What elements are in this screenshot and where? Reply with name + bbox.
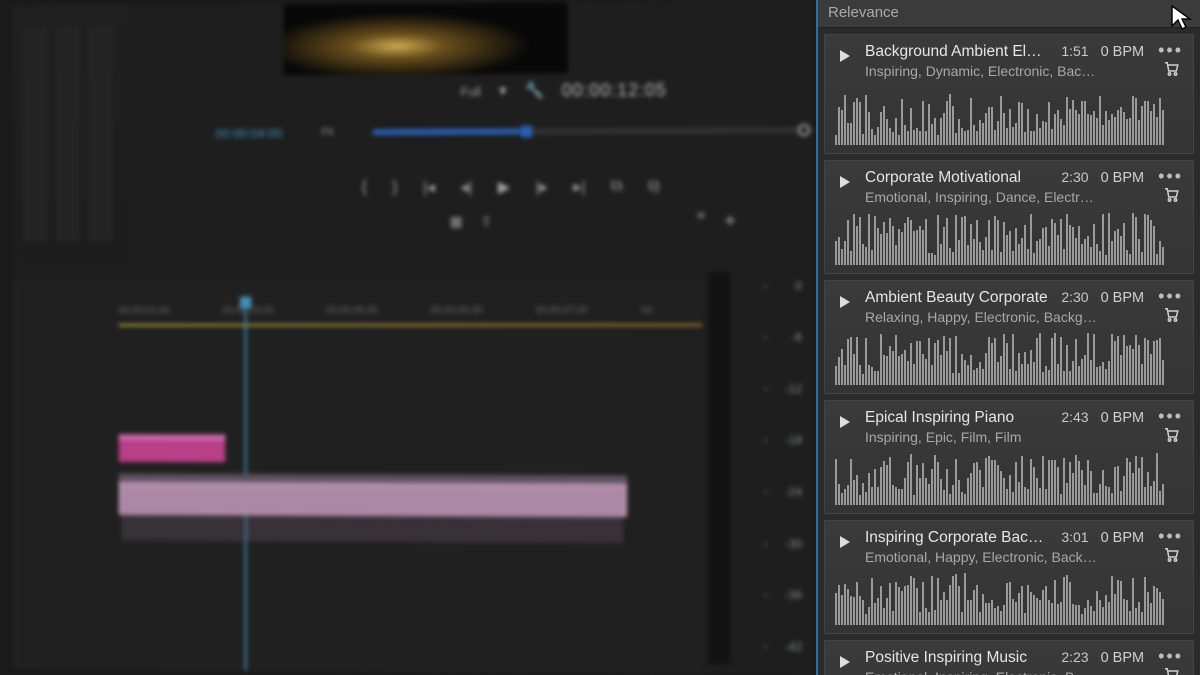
meter-tick: -6 bbox=[768, 330, 802, 344]
track-bpm: 0 BPM bbox=[1101, 410, 1145, 426]
track-title: Epical Inspiring Piano bbox=[865, 409, 1049, 427]
go-to-in-button[interactable]: |◂ bbox=[423, 177, 435, 197]
waveform[interactable] bbox=[835, 453, 1183, 505]
track-bpm: 0 BPM bbox=[1101, 290, 1145, 306]
track-bpm: 0 BPM bbox=[1101, 170, 1145, 186]
track-duration: 2:43 bbox=[1061, 409, 1088, 425]
waveform[interactable] bbox=[835, 573, 1183, 625]
zoom-slider[interactable] bbox=[372, 127, 812, 135]
meter-tick: -36 bbox=[768, 588, 802, 602]
track-list: Background Ambient Elect…1:510 BPMInspir… bbox=[818, 28, 1200, 675]
track-tags: Inspiring, Dynamic, Electronic, Bac… bbox=[865, 63, 1144, 79]
audio-meter: 0 -6 -12 -18 -24 -30 -36 -42 bbox=[702, 262, 812, 675]
timeline[interactable]: 00:00:01:00 00:00:03:00 00:00:05:00 00:0… bbox=[13, 280, 703, 674]
track-tags: Inspiring, Epic, Film, Film bbox=[865, 429, 1144, 445]
insert-button[interactable]: ⧉ bbox=[611, 178, 622, 196]
meter-tick: -42 bbox=[768, 640, 802, 654]
meter-tick: -18 bbox=[768, 433, 802, 447]
program-monitor-frame bbox=[284, 2, 568, 75]
track-title: Background Ambient Elect… bbox=[865, 43, 1049, 61]
meter-scale: 0 -6 -12 -18 -24 -30 -36 -42 bbox=[736, 262, 812, 675]
sort-dropdown[interactable]: Relevance bbox=[818, 0, 1200, 28]
video-clip[interactable] bbox=[119, 434, 226, 462]
track-title: Positive Inspiring Music bbox=[865, 649, 1049, 667]
meter-tick: -24 bbox=[768, 485, 802, 499]
timeline-ruler[interactable]: 00:00:01:00 00:00:03:00 00:00:05:00 00:0… bbox=[119, 298, 703, 322]
track-bpm: 0 BPM bbox=[1101, 650, 1145, 666]
editor-area: Full ▾ 🔧 00:00:12:05 00:00:04:00 Fit { }… bbox=[13, 0, 812, 675]
program-timecode: 00:00:12:05 bbox=[562, 79, 667, 101]
audio-clip[interactable] bbox=[119, 474, 627, 517]
waveform[interactable] bbox=[835, 213, 1183, 265]
track-card[interactable]: Inspiring Corporate Backg… 3:01 0 BPM Emoti… bbox=[824, 520, 1194, 634]
play-icon[interactable] bbox=[835, 412, 855, 432]
track-card[interactable]: Epical Inspiring Piano 2:43 0 BPM Inspiring… bbox=[824, 400, 1194, 514]
meter-tick: -30 bbox=[768, 536, 802, 550]
more-icon[interactable]: ••• bbox=[1158, 651, 1183, 661]
step-back-button[interactable]: ◂| bbox=[460, 177, 472, 197]
work-area-bar[interactable] bbox=[119, 324, 703, 326]
track-duration: 2:30 bbox=[1061, 289, 1088, 305]
track-title: Inspiring Corporate Backg… bbox=[865, 529, 1049, 547]
more-icon[interactable]: ••• bbox=[1158, 411, 1183, 421]
track-tags: Emotional, Inspiring, Electronic, B… bbox=[865, 669, 1144, 675]
track-duration: 1:51 bbox=[1061, 43, 1088, 59]
source-timecode: 00:00:04:00 bbox=[216, 125, 283, 140]
waveform[interactable] bbox=[835, 333, 1183, 385]
track-title: Ambient Beauty Corporate bbox=[865, 289, 1049, 307]
track-duration: 3:01 bbox=[1061, 529, 1088, 545]
more-icon[interactable]: ••• bbox=[1158, 531, 1183, 541]
more-icon[interactable]: ••• bbox=[1158, 291, 1183, 301]
track-bpm: 0 BPM bbox=[1101, 44, 1145, 60]
track-duration: 2:30 bbox=[1061, 169, 1088, 185]
track-tags: Emotional, Happy, Electronic, Back… bbox=[865, 549, 1144, 565]
chevron-down-icon[interactable]: ▾ bbox=[499, 81, 507, 101]
track-tags: Relaxing, Happy, Electronic, Backg… bbox=[865, 309, 1144, 325]
add-button[interactable]: + bbox=[724, 210, 736, 233]
more-icon[interactable]: ••• bbox=[1158, 45, 1183, 55]
meter-tick: -12 bbox=[768, 382, 802, 396]
track-bpm: 0 BPM bbox=[1101, 530, 1145, 546]
go-to-out-button[interactable]: ▸| bbox=[573, 177, 585, 197]
cart-icon[interactable] bbox=[1162, 59, 1180, 77]
play-icon[interactable] bbox=[835, 172, 855, 192]
play-icon[interactable] bbox=[835, 532, 855, 552]
wrench-icon[interactable]: 🔧 bbox=[524, 81, 544, 101]
track-card[interactable]: Corporate Motivational 2:30 0 BPM Emotional… bbox=[824, 160, 1194, 274]
more-icon[interactable]: ••• bbox=[1158, 171, 1183, 181]
overwrite-button[interactable]: ⧉̲ bbox=[648, 178, 659, 196]
waveform[interactable] bbox=[835, 87, 1183, 145]
track-tags: Emotional, Inspiring, Dance, Electr… bbox=[865, 189, 1144, 205]
mark-out-button[interactable]: } bbox=[392, 179, 397, 197]
resolution-dropdown[interactable]: Full bbox=[461, 84, 482, 99]
share-button[interactable]: ⇪ bbox=[480, 213, 492, 230]
cart-icon[interactable] bbox=[1162, 305, 1180, 323]
track-card[interactable]: Positive Inspiring Music 2:23 0 BPM Emotion… bbox=[824, 640, 1194, 675]
audio-mixer bbox=[13, 6, 129, 262]
play-icon[interactable] bbox=[835, 652, 855, 672]
track-card[interactable]: Ambient Beauty Corporate 2:30 0 BPM Relaxin… bbox=[824, 280, 1194, 394]
play-icon[interactable] bbox=[835, 46, 855, 66]
expand-button[interactable]: » bbox=[697, 206, 706, 224]
mark-in-button[interactable]: { bbox=[362, 179, 367, 197]
track-duration: 2:23 bbox=[1061, 649, 1088, 665]
play-icon[interactable] bbox=[835, 292, 855, 312]
step-forward-button[interactable]: |▸ bbox=[536, 177, 548, 197]
program-monitor: Full ▾ 🔧 00:00:12:05 bbox=[245, 1, 677, 123]
track-card[interactable]: Background Ambient Elect… 1:51 0 BPM Inspir… bbox=[824, 34, 1194, 154]
cart-icon[interactable] bbox=[1162, 665, 1180, 675]
track-title: Corporate Motivational bbox=[865, 169, 1049, 187]
cart-icon[interactable] bbox=[1162, 185, 1180, 203]
meter-tick: 0 bbox=[768, 279, 802, 293]
audio-browser-panel: Relevance Background Ambient Elect… 1:51 0… bbox=[816, 0, 1200, 675]
export-frame-button[interactable]: ▦ bbox=[450, 213, 463, 230]
cart-icon[interactable] bbox=[1162, 425, 1180, 443]
fit-dropdown[interactable]: Fit bbox=[321, 126, 333, 138]
cart-icon[interactable] bbox=[1162, 545, 1180, 563]
transport-controls: { } |◂ ◂| ▶ |▸ ▸| ⧉ ⧉̲ bbox=[362, 177, 660, 198]
play-button[interactable]: ▶ bbox=[498, 177, 510, 197]
meter-bar bbox=[708, 272, 730, 664]
